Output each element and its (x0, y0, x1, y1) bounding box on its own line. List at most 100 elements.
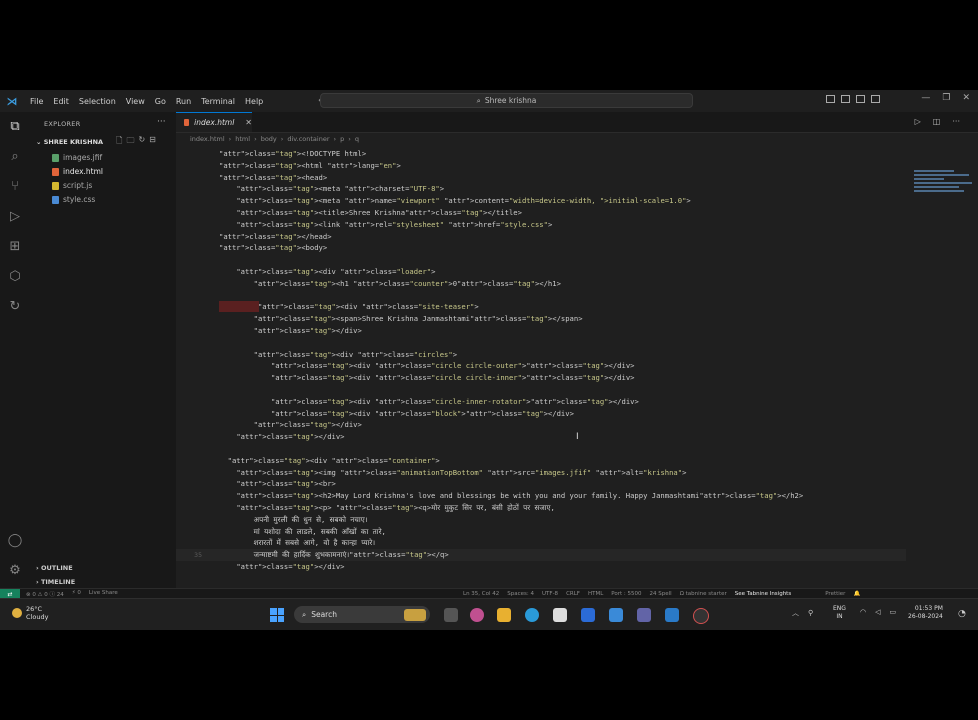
search-view-icon[interactable]: ⌕ (7, 148, 23, 164)
weather-widget[interactable]: 26°C Cloudy (12, 605, 48, 621)
edge-browser-icon[interactable] (525, 608, 539, 622)
breadcrumb-item[interactable]: body (261, 135, 277, 143)
tray-app-icon[interactable]: ⚲ (808, 609, 813, 617)
code-line[interactable]: "attr">class="tag"><h2>May Lord Krishna'… (176, 490, 906, 502)
code-line[interactable]: "attr">class="tag"><meta "attr">charset=… (176, 183, 906, 195)
code-line[interactable]: "attr">class="tag"><span>Shree Krishna J… (176, 313, 906, 325)
task-view-icon[interactable] (444, 608, 458, 622)
timeline-section[interactable]: › TIMELINE (36, 578, 75, 586)
code-line[interactable] (176, 254, 906, 266)
code-line[interactable]: "attr">class="tag"><div "attr">class="lo… (176, 266, 906, 278)
breadcrumb-item[interactable]: p (340, 135, 344, 143)
new-file-icon[interactable]: 🗋 (116, 135, 122, 149)
line-ending[interactable]: CRLF (566, 591, 580, 597)
prettier-status[interactable]: Prettier (825, 591, 845, 597)
toggle-panel-icon[interactable] (841, 95, 850, 103)
editor-more-icon[interactable]: ··· (952, 117, 960, 126)
dropbox-icon[interactable] (581, 608, 595, 622)
refresh-icon[interactable]: ↻ (138, 135, 145, 149)
code-line[interactable]: "attr">class="tag"><p> "attr">class="tag… (176, 502, 906, 514)
code-editor[interactable]: "attr">class="tag"><!DOCTYPE html> "attr"… (176, 148, 906, 588)
split-editor-icon[interactable]: ◫ (933, 117, 941, 126)
code-line[interactable]: "attr">class="tag"><br> (176, 478, 906, 490)
spell-check[interactable]: 24 Spell (650, 591, 672, 597)
language-mode[interactable]: HTML (588, 591, 603, 597)
code-line[interactable]: "attr">class="tag"><html "attr">lang="en… (176, 160, 906, 172)
file-explorer-icon[interactable] (497, 608, 511, 622)
live-share-icon[interactable]: ↻ (7, 298, 23, 314)
menu-go[interactable]: Go (150, 97, 171, 106)
collapse-all-icon[interactable]: ⊟ (149, 135, 156, 149)
workspace-folder[interactable]: ⌄ SHREE KRISHNA (36, 138, 103, 146)
toggle-secondary-sidebar-icon[interactable] (856, 95, 865, 103)
code-line[interactable] (176, 384, 906, 396)
menu-selection[interactable]: Selection (74, 97, 121, 106)
code-line[interactable]: "attr">class="tag"><div "attr">class="si… (176, 301, 906, 313)
encoding[interactable]: UTF-8 (542, 591, 558, 597)
code-line[interactable]: 35 जन्माष्टमी की हार्दिक शुभकामनाएं।"att… (176, 549, 906, 562)
code-line[interactable]: "attr">class="tag"><meta "attr">name="vi… (176, 195, 906, 207)
cursor-position[interactable]: Ln 35, Col 42 (463, 591, 499, 597)
minimap[interactable] (914, 168, 976, 208)
live-share-status[interactable]: Live Share (89, 590, 118, 598)
explorer-icon[interactable]: ⧉ (7, 118, 23, 134)
code-line[interactable]: "attr">class="tag"><body> (176, 242, 906, 254)
source-control-icon[interactable]: ⑂ (7, 178, 23, 194)
tabnine-status[interactable]: Ω tabnine starter (680, 591, 727, 597)
notifications-bell-icon[interactable]: 🔔 (853, 591, 860, 597)
new-folder-icon[interactable]: 🗀 (126, 135, 134, 149)
teams-icon[interactable] (637, 608, 651, 622)
menu-file[interactable]: File (25, 97, 48, 106)
menu-view[interactable]: View (121, 97, 150, 106)
code-line[interactable]: "attr">class="tag"><div "attr">class="bl… (176, 408, 906, 420)
breadcrumb-item[interactable]: div.container (287, 135, 329, 143)
minimize-icon[interactable]: — (921, 93, 930, 103)
file-script-js[interactable]: script.js (52, 181, 92, 190)
code-line[interactable]: "attr">class="tag"><title>Shree Krishna"… (176, 207, 906, 219)
code-line[interactable]: शरारतों में सबसे आगे, वो है कान्हा प्यार… (176, 537, 906, 549)
code-line[interactable]: अपनी मुरली की धुन से, सबको नचाए। (176, 514, 906, 526)
more-actions-icon[interactable]: ··· (157, 117, 166, 127)
file-images-jfif[interactable]: images.jfif (52, 153, 102, 162)
code-line[interactable]: "attr">class="tag"><img "attr">class="an… (176, 467, 906, 479)
run-icon[interactable]: ▷ (915, 117, 921, 126)
code-line[interactable]: "attr">class="tag"></head> (176, 231, 906, 243)
code-line[interactable]: "attr">class="tag"><div "attr">class="ci… (176, 360, 906, 372)
vscode-taskbar-icon[interactable] (665, 608, 679, 622)
code-line[interactable]: "attr">class="tag"></div> (176, 419, 906, 431)
ports-count[interactable]: ⚡ 0 (72, 590, 81, 598)
code-line[interactable]: "attr">class="tag"></div> (176, 431, 906, 443)
code-line[interactable] (176, 337, 906, 349)
start-windows-icon[interactable] (270, 608, 284, 622)
tray-chevron-icon[interactable]: ︿ (792, 608, 799, 618)
code-line[interactable]: "attr">class="tag"><div "attr">class="co… (176, 455, 906, 467)
customize-layout-icon[interactable] (871, 95, 880, 103)
photos-icon[interactable] (609, 608, 623, 622)
code-line[interactable] (176, 443, 906, 455)
command-center-search[interactable]: ⌕ Shree krishna (320, 93, 693, 108)
store-icon[interactable] (553, 608, 567, 622)
notification-center-icon[interactable]: ◔ (958, 609, 966, 619)
code-line[interactable]: "attr">class="tag"><link "attr">rel="sty… (176, 219, 906, 231)
file-index-html[interactable]: index.html (52, 167, 103, 176)
input-language[interactable]: ENG IN (833, 605, 846, 621)
breadcrumb-item[interactable]: q (355, 135, 359, 143)
menu-run[interactable]: Run (171, 97, 196, 106)
close-icon[interactable]: ✕ (962, 93, 970, 103)
indentation[interactable]: Spaces: 4 (507, 591, 534, 597)
run-debug-icon[interactable]: ▷ (7, 208, 23, 224)
clock[interactable]: 01:53 PM 26-08-2024 (908, 605, 943, 621)
code-line[interactable]: "attr">class="tag"><head> (176, 172, 906, 184)
code-line[interactable]: "attr">class="tag"><h1 "attr">class="cou… (176, 278, 906, 290)
tabnine-icon[interactable]: ⬡ (7, 268, 23, 284)
breadcrumb-item[interactable]: index.html (190, 135, 225, 143)
restore-icon[interactable]: ❐ (942, 93, 950, 103)
breadcrumb-item[interactable]: html (235, 135, 250, 143)
manage-gear-icon[interactable]: ⚙ (7, 562, 23, 578)
code-line[interactable]: "attr">class="tag"><!DOCTYPE html> (176, 148, 906, 160)
quick-settings[interactable]: ◠ ◁ ▭ (860, 608, 896, 616)
code-line[interactable]: मां यशोदा की लाडले, सबकी आँखों का तारे, (176, 526, 906, 538)
problems-count[interactable]: ⊗ 0 ⚠ 0 ⓘ 24 (26, 590, 64, 598)
menu-edit[interactable]: Edit (48, 97, 74, 106)
menu-help[interactable]: Help (240, 97, 268, 106)
